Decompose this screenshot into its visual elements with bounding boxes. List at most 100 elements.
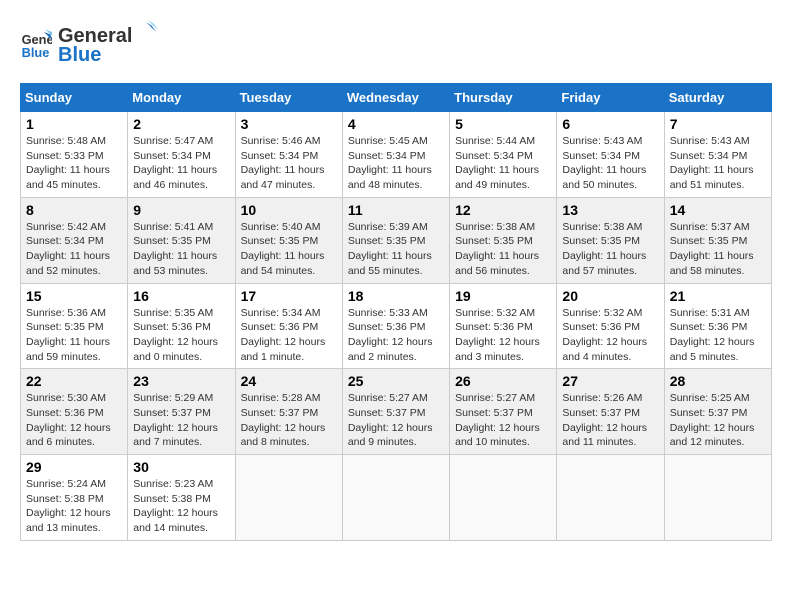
calendar-cell: 17 Sunrise: 5:34 AM Sunset: 5:36 PM Dayli… [235,283,342,369]
calendar-header-sunday: Sunday [21,84,128,112]
day-info: Sunrise: 5:37 AM Sunset: 5:35 PM Dayligh… [670,220,766,279]
day-info: Sunrise: 5:46 AM Sunset: 5:34 PM Dayligh… [241,134,337,193]
day-info: Sunrise: 5:47 AM Sunset: 5:34 PM Dayligh… [133,134,229,193]
day-number: 28 [670,373,766,389]
calendar-cell [342,455,449,541]
calendar-cell: 7 Sunrise: 5:43 AM Sunset: 5:34 PM Daylig… [664,112,771,198]
day-number: 3 [241,116,337,132]
calendar-header-saturday: Saturday [664,84,771,112]
day-number: 25 [348,373,444,389]
day-info: Sunrise: 5:40 AM Sunset: 5:35 PM Dayligh… [241,220,337,279]
day-info: Sunrise: 5:31 AM Sunset: 5:36 PM Dayligh… [670,306,766,365]
day-number: 30 [133,459,229,475]
day-info: Sunrise: 5:34 AM Sunset: 5:36 PM Dayligh… [241,306,337,365]
calendar-cell: 29 Sunrise: 5:24 AM Sunset: 5:38 PM Dayli… [21,455,128,541]
calendar-cell: 12 Sunrise: 5:38 AM Sunset: 5:35 PM Dayli… [450,197,557,283]
day-number: 2 [133,116,229,132]
calendar-cell: 5 Sunrise: 5:44 AM Sunset: 5:34 PM Daylig… [450,112,557,198]
calendar-cell: 23Sunrise: 5:29 AM Sunset: 5:37 PM Dayli… [128,369,235,455]
calendar-header-friday: Friday [557,84,664,112]
day-info: Sunrise: 5:36 AM Sunset: 5:35 PM Dayligh… [26,306,122,365]
day-number: 21 [670,288,766,304]
logo-bird-icon [134,20,158,42]
day-info: Sunrise: 5:39 AM Sunset: 5:35 PM Dayligh… [348,220,444,279]
day-number: 5 [455,116,551,132]
day-number: 14 [670,202,766,218]
calendar-header-wednesday: Wednesday [342,84,449,112]
calendar-cell [557,455,664,541]
day-info: Sunrise: 5:24 AM Sunset: 5:38 PM Dayligh… [26,477,122,536]
day-number: 10 [241,202,337,218]
day-number: 15 [26,288,122,304]
calendar-week-row: 1Sunrise: 5:48 AM Sunset: 5:33 PM Daylig… [21,112,772,198]
calendar-cell: 4 Sunrise: 5:45 AM Sunset: 5:34 PM Daylig… [342,112,449,198]
day-info: Sunrise: 5:28 AM Sunset: 5:37 PM Dayligh… [241,391,337,450]
day-number: 6 [562,116,658,132]
day-number: 27 [562,373,658,389]
day-info: Sunrise: 5:38 AM Sunset: 5:35 PM Dayligh… [455,220,551,279]
day-info: Sunrise: 5:42 AM Sunset: 5:34 PM Dayligh… [26,220,122,279]
day-number: 4 [348,116,444,132]
day-info: Sunrise: 5:43 AM Sunset: 5:34 PM Dayligh… [670,134,766,193]
calendar-week-row: 15 Sunrise: 5:36 AM Sunset: 5:35 PM Dayli… [21,283,772,369]
day-number: 17 [241,288,337,304]
day-info: Sunrise: 5:32 AM Sunset: 5:36 PM Dayligh… [455,306,551,365]
day-number: 29 [26,459,122,475]
calendar-cell: 19 Sunrise: 5:32 AM Sunset: 5:36 PM Dayli… [450,283,557,369]
calendar-cell: 18 Sunrise: 5:33 AM Sunset: 5:36 PM Dayli… [342,283,449,369]
day-info: Sunrise: 5:32 AM Sunset: 5:36 PM Dayligh… [562,306,658,365]
day-info: Sunrise: 5:27 AM Sunset: 5:37 PM Dayligh… [455,391,551,450]
calendar-cell: 15 Sunrise: 5:36 AM Sunset: 5:35 PM Dayli… [21,283,128,369]
calendar-cell: 26 Sunrise: 5:27 AM Sunset: 5:37 PM Dayli… [450,369,557,455]
day-number: 11 [348,202,444,218]
day-info: Sunrise: 5:33 AM Sunset: 5:36 PM Dayligh… [348,306,444,365]
day-info: Sunrise: 5:45 AM Sunset: 5:34 PM Dayligh… [348,134,444,193]
day-info: Sunrise: 5:38 AM Sunset: 5:35 PM Dayligh… [562,220,658,279]
day-number: 24 [241,373,337,389]
calendar-cell: 27Sunrise: 5:26 AM Sunset: 5:37 PM Dayli… [557,369,664,455]
day-number: 26 [455,373,551,389]
day-number: 1 [26,116,122,132]
day-number: 22 [26,373,122,389]
day-info: Sunrise: 5:44 AM Sunset: 5:34 PM Dayligh… [455,134,551,193]
calendar-cell: 9 Sunrise: 5:41 AM Sunset: 5:35 PM Daylig… [128,197,235,283]
day-number: 20 [562,288,658,304]
calendar-week-row: 29 Sunrise: 5:24 AM Sunset: 5:38 PM Dayli… [21,455,772,541]
day-number: 16 [133,288,229,304]
day-info: Sunrise: 5:30 AM Sunset: 5:36 PM Dayligh… [26,391,122,450]
calendar-cell: 3 Sunrise: 5:46 AM Sunset: 5:34 PM Daylig… [235,112,342,198]
calendar-cell: 30 Sunrise: 5:23 AM Sunset: 5:38 PM Dayli… [128,455,235,541]
day-info: Sunrise: 5:27 AM Sunset: 5:37 PM Dayligh… [348,391,444,450]
svg-text:Blue: Blue [22,44,50,59]
calendar-cell: 10 Sunrise: 5:40 AM Sunset: 5:35 PM Dayli… [235,197,342,283]
day-info: Sunrise: 5:23 AM Sunset: 5:38 PM Dayligh… [133,477,229,536]
calendar-cell: 16Sunrise: 5:35 AM Sunset: 5:36 PM Dayli… [128,283,235,369]
day-info: Sunrise: 5:41 AM Sunset: 5:35 PM Dayligh… [133,220,229,279]
calendar-header-thursday: Thursday [450,84,557,112]
calendar-cell: 8Sunrise: 5:42 AM Sunset: 5:34 PM Daylig… [21,197,128,283]
calendar-cell: 11 Sunrise: 5:39 AM Sunset: 5:35 PM Dayli… [342,197,449,283]
day-number: 13 [562,202,658,218]
calendar-cell: 13 Sunrise: 5:38 AM Sunset: 5:35 PM Dayli… [557,197,664,283]
calendar-cell [664,455,771,541]
calendar-week-row: 8Sunrise: 5:42 AM Sunset: 5:34 PM Daylig… [21,197,772,283]
page-header: General Blue General Blue [20,20,772,67]
calendar-cell [450,455,557,541]
calendar-cell: 28Sunrise: 5:25 AM Sunset: 5:37 PM Dayli… [664,369,771,455]
calendar-header-tuesday: Tuesday [235,84,342,112]
day-number: 18 [348,288,444,304]
calendar-cell: 6 Sunrise: 5:43 AM Sunset: 5:34 PM Daylig… [557,112,664,198]
day-number: 19 [455,288,551,304]
day-number: 9 [133,202,229,218]
day-number: 12 [455,202,551,218]
calendar-cell: 2 Sunrise: 5:47 AM Sunset: 5:34 PM Daylig… [128,112,235,198]
calendar-table: SundayMondayTuesdayWednesdayThursdayFrid… [20,83,772,541]
calendar-cell: 1Sunrise: 5:48 AM Sunset: 5:33 PM Daylig… [21,112,128,198]
calendar-cell: 21 Sunrise: 5:31 AM Sunset: 5:36 PM Dayli… [664,283,771,369]
calendar-cell: 25 Sunrise: 5:27 AM Sunset: 5:37 PM Dayli… [342,369,449,455]
day-info: Sunrise: 5:43 AM Sunset: 5:34 PM Dayligh… [562,134,658,193]
calendar-cell: 14 Sunrise: 5:37 AM Sunset: 5:35 PM Dayli… [664,197,771,283]
calendar-cell: 20 Sunrise: 5:32 AM Sunset: 5:36 PM Dayli… [557,283,664,369]
day-number: 7 [670,116,766,132]
logo: General Blue General Blue [20,20,158,67]
